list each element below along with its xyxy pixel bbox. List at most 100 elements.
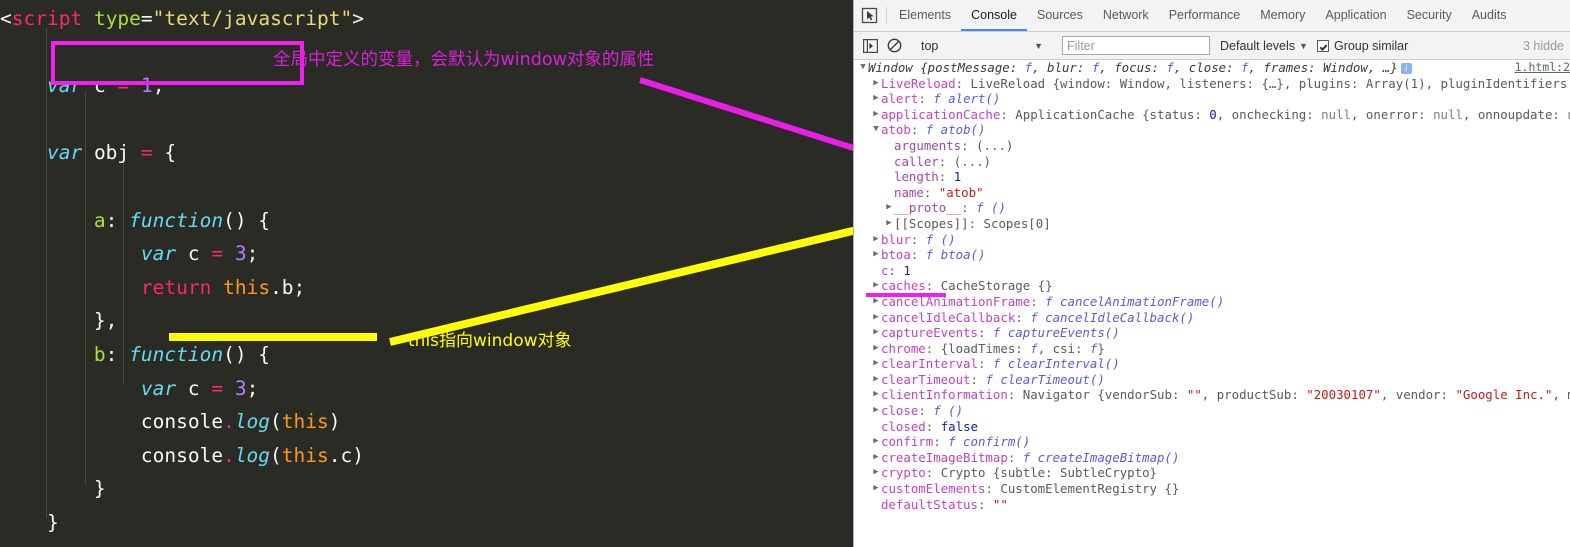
console-token: : (968, 215, 984, 231)
code-token: }, (0, 309, 118, 333)
clear-console-icon[interactable] (882, 35, 906, 57)
devtools-tabstrip: Elements Console Sources Network Performance… (854, 0, 1570, 32)
console-row[interactable]: clearTimeout: f clearTimeout() (854, 372, 1570, 388)
console-row[interactable]: caches: CacheStorage {} (854, 278, 1570, 294)
console-token: 1 (953, 169, 962, 185)
disclosure-closed-icon[interactable] (871, 434, 881, 450)
code-token: var (46, 74, 83, 98)
console-sidebar-toggle-icon[interactable] (858, 35, 882, 57)
console-token: clearInterval (881, 356, 978, 372)
inspect-element-icon[interactable] (854, 0, 884, 31)
disclosure-closed-icon[interactable] (871, 91, 881, 107)
console-token: : (1000, 106, 1016, 122)
disclosure-closed-icon[interactable] (871, 387, 881, 403)
console-row[interactable]: c: 1 (854, 263, 1570, 279)
code-token: a (93, 208, 106, 232)
disclosure-open-icon[interactable] (858, 60, 868, 76)
console-row[interactable]: defaultStatus: "" (854, 497, 1570, 513)
console-row[interactable]: caller: (...) (854, 154, 1570, 170)
console-row[interactable]: cancelIdleCallback: f cancelIdleCallback… (854, 310, 1570, 326)
disclosure-closed-icon[interactable] (871, 278, 881, 294)
disclosure-closed-icon[interactable] (871, 450, 881, 466)
console-row[interactable]: length: 1 (854, 169, 1570, 185)
disclosure-closed-icon[interactable] (871, 76, 881, 92)
disclosure-closed-icon[interactable] (884, 216, 894, 232)
console-token: , onnoupdate: (1462, 106, 1568, 122)
console-row[interactable]: customElements: CustomElementRegistry {} (854, 481, 1570, 497)
console-token: __proto__ (894, 200, 962, 216)
chevron-down-icon-levels: ▼ (1299, 40, 1308, 51)
disclosure-closed-icon[interactable] (884, 200, 894, 216)
tab-network[interactable]: Network (1093, 0, 1159, 31)
console-token: : (938, 169, 954, 185)
console-token: Crypto {subtle: SubtleCrypto} (940, 465, 1158, 481)
tab-memory[interactable]: Memory (1250, 0, 1315, 31)
console-row[interactable]: chrome: {loadTimes: f, csi: f} (854, 341, 1570, 357)
tab-security[interactable]: Security (1397, 0, 1462, 31)
execution-context-select[interactable]: top ▼ (915, 36, 1047, 56)
console-row[interactable]: createImageBitmap: f createImageBitmap() (854, 450, 1570, 466)
disclosure-closed-icon[interactable] (871, 310, 881, 326)
disclosure-closed-icon[interactable] (871, 465, 881, 481)
console-row[interactable]: alert: f alert() (854, 91, 1570, 107)
console-filter-input[interactable] (1062, 36, 1210, 55)
console-row[interactable]: close: f () (854, 403, 1570, 419)
disclosure-closed-icon[interactable] (871, 481, 881, 497)
disclosure-closed-icon[interactable] (871, 403, 881, 419)
devtools-panel[interactable]: Elements Console Sources Network Performance… (853, 0, 1570, 547)
console-row[interactable]: confirm: f confirm() (854, 434, 1570, 450)
console-output[interactable]: 1.html:2 Window {postMessage: f, blur: f… (854, 60, 1570, 547)
disclosure-closed-icon[interactable] (871, 341, 881, 357)
console-token: : (925, 465, 941, 481)
source-code[interactable]: <script type="text/javascript"> var c = … (0, 0, 853, 547)
info-icon[interactable]: i (1400, 63, 1412, 74)
disclosure-closed-icon[interactable] (871, 107, 881, 123)
console-row[interactable]: crypto: Crypto {subtle: SubtleCrypto} (854, 465, 1570, 481)
group-similar-checkbox[interactable]: Group similar (1316, 39, 1408, 53)
console-row[interactable]: __proto__: f () (854, 200, 1570, 216)
tab-performance[interactable]: Performance (1159, 0, 1251, 31)
tab-sources[interactable]: Sources (1027, 0, 1093, 31)
console-token: : (1007, 449, 1023, 465)
console-row[interactable]: applicationCache: ApplicationCache {stat… (854, 107, 1570, 123)
console-row[interactable]: clearInterval: f clearInterval() (854, 356, 1570, 372)
console-row[interactable]: cancelAnimationFrame: f cancelAnimationF… (854, 294, 1570, 310)
disclosure-closed-icon[interactable] (871, 372, 881, 388)
console-row[interactable]: atob: f atob() (854, 122, 1570, 138)
code-token: ) (328, 410, 341, 434)
console-row[interactable]: name: "atob" (854, 185, 1570, 201)
console-rows[interactable]: Window {postMessage: f, blur: f, focus: … (854, 60, 1570, 512)
console-row[interactable]: captureEvents: f captureEvents() (854, 325, 1570, 341)
tab-application[interactable]: Application (1315, 0, 1396, 31)
console-row[interactable]: Window {postMessage: f, blur: f, focus: … (854, 60, 1570, 76)
disclosure-open-icon[interactable] (871, 122, 881, 138)
console-token: blur (881, 231, 911, 247)
console-row[interactable]: arguments: (...) (854, 138, 1570, 154)
disclosure-closed-icon[interactable] (871, 247, 881, 263)
code-token: . (223, 443, 235, 467)
console-row[interactable]: closed: false (854, 419, 1570, 435)
disclosure-closed-icon[interactable] (871, 232, 881, 248)
console-row[interactable]: blur: f () (854, 232, 1570, 248)
code-token: script (11, 7, 83, 30)
console-token: f btoa() (925, 247, 986, 263)
devtools-tabs[interactable]: Elements Console Sources Network Performance… (889, 0, 1516, 31)
code-editor-pane[interactable]: <script type="text/javascript"> var c = … (0, 0, 853, 547)
console-token: : (938, 153, 954, 169)
console-row[interactable]: [[Scopes]]: Scopes[0] (854, 216, 1570, 232)
console-row[interactable]: btoa: f btoa() (854, 247, 1570, 263)
code-token: var (140, 376, 177, 400)
tab-console[interactable]: Console (961, 0, 1027, 31)
console-row[interactable]: clientInformation: Navigator {vendorSub:… (854, 387, 1570, 403)
console-row[interactable]: LiveReload: LiveReload {window: Window, … (854, 76, 1570, 92)
console-token: , onchecking: (1216, 106, 1322, 122)
log-levels-dropdown[interactable]: Default levels ▼ (1220, 39, 1308, 53)
disclosure-closed-icon[interactable] (871, 356, 881, 372)
disclosure-closed-icon[interactable] (871, 325, 881, 341)
tab-elements[interactable]: Elements (889, 0, 961, 31)
console-source-link[interactable]: 1.html:2 (1515, 60, 1570, 76)
tab-audits[interactable]: Audits (1462, 0, 1517, 31)
console-filter-bar: top ▼ Default levels ▼ Group similar 3 h… (854, 32, 1570, 60)
